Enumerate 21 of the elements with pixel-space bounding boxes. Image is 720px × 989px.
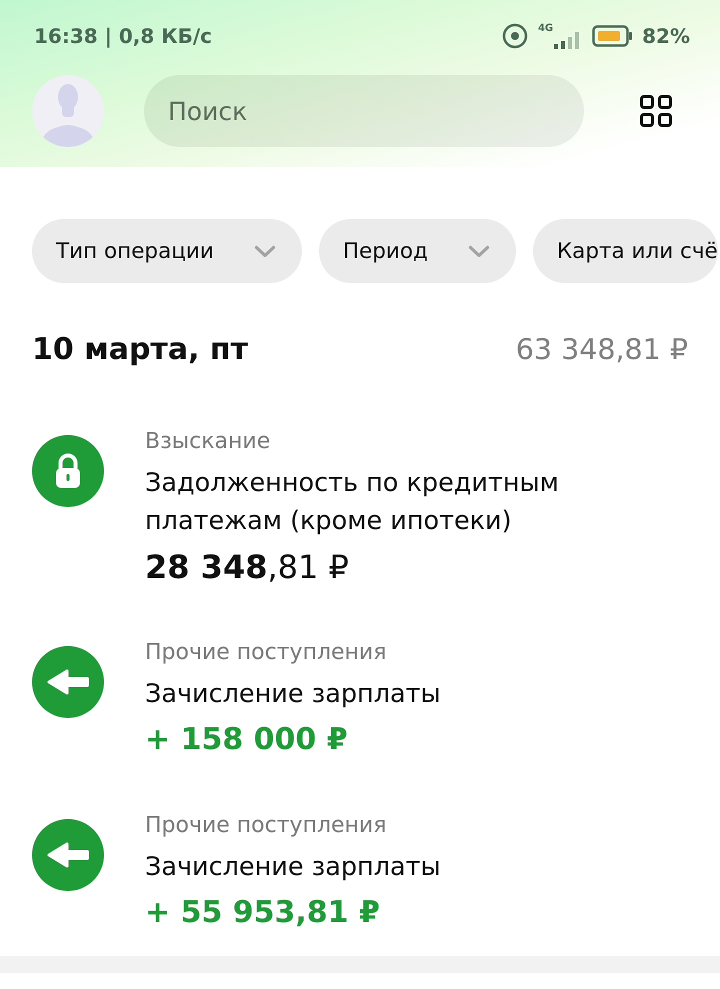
filter-chip[interactable]: Период: [318, 219, 516, 283]
operation-title: Задолженность по кредитным платежам (кроме ипотеки): [145, 467, 560, 538]
battery-percent: 82%: [642, 24, 690, 48]
battery-icon: [592, 25, 632, 47]
filter-chip[interactable]: Тип операции: [32, 219, 302, 283]
network-type-label: 4G: [538, 23, 554, 34]
day-total: 63 348,81 ₽: [516, 332, 688, 366]
operation-title: Зачисление зарплаты: [145, 851, 442, 884]
operation-title: Зачисление зарплаты: [145, 678, 442, 711]
operation-amount: + 55 953,81 ₽: [145, 894, 381, 932]
ring-icon: [502, 23, 528, 49]
operation-category: Взыскание: [145, 428, 272, 456]
status-time: 16:38 | 0,8 КБ/с: [34, 24, 212, 48]
operation-category: Прочие поступления: [145, 812, 388, 840]
operation-amount: + 158 000 ₽: [145, 721, 349, 759]
operation-amount: 28 348,81 ₽: [145, 547, 350, 588]
date-heading: 10 марта, пт: [32, 332, 248, 366]
operation-category: Прочие поступления: [145, 639, 388, 667]
grid-menu-icon[interactable]: [640, 95, 672, 127]
lock-icon: [32, 435, 104, 507]
filter-chip[interactable]: Карта или счё: [532, 219, 718, 283]
